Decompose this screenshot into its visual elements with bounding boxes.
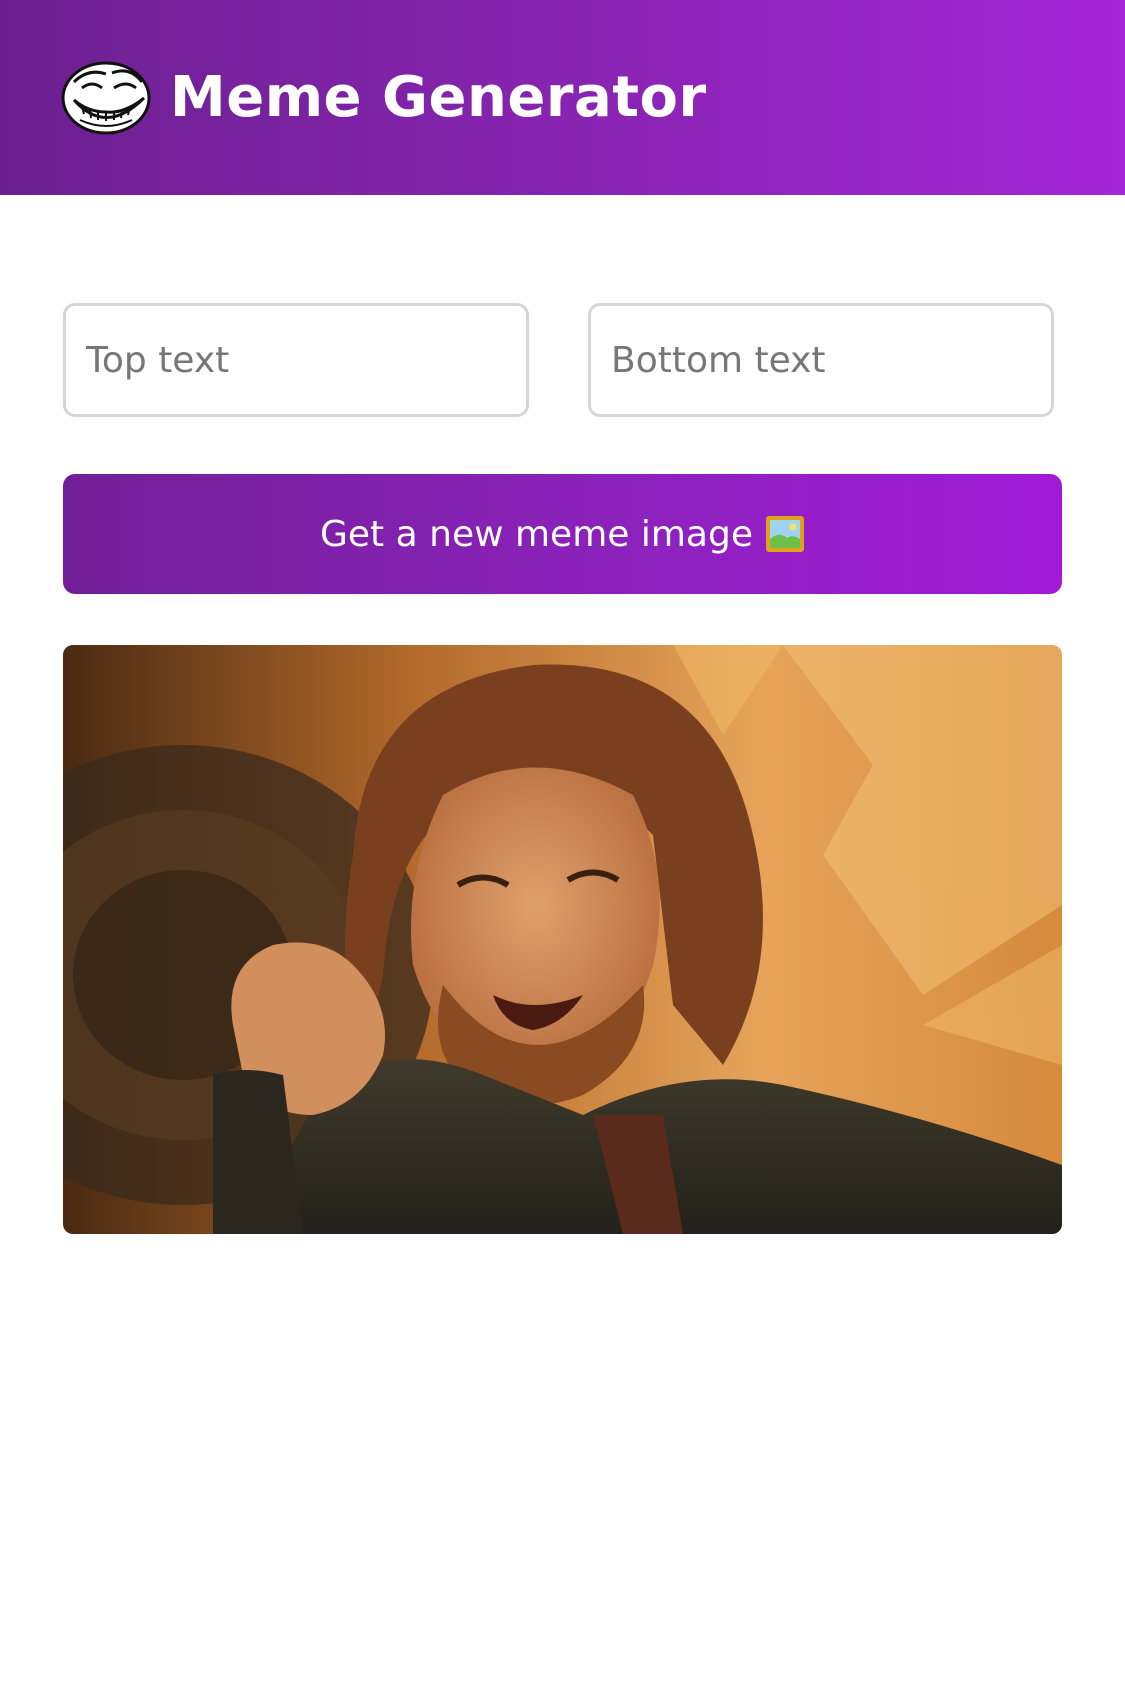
troll-face-icon xyxy=(61,61,151,135)
get-new-meme-button[interactable]: Get a new meme image xyxy=(63,474,1062,594)
bottom-text-input[interactable] xyxy=(588,303,1054,417)
get-new-meme-button-label: Get a new meme image xyxy=(320,513,753,555)
top-text-input[interactable] xyxy=(63,303,529,417)
app-title: Meme Generator xyxy=(170,65,707,130)
app-header: Meme Generator xyxy=(0,0,1125,195)
framed-picture-icon xyxy=(765,516,804,552)
meme-image xyxy=(63,645,1062,1234)
meme-picture xyxy=(63,645,1062,1234)
